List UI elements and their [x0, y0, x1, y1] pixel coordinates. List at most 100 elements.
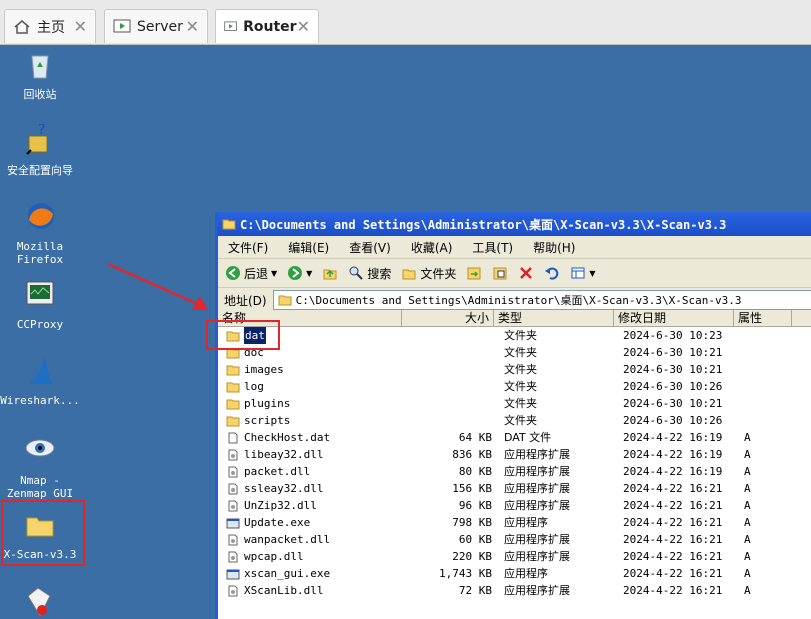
file-type: 文件夹: [504, 397, 537, 410]
file-size: 220 KB: [452, 550, 492, 563]
file-row[interactable]: ssleay32.dll 156 KB 应用程序扩展 2024-4-22 16:21 A: [218, 480, 811, 497]
file-name[interactable]: UnZip32.dll: [244, 497, 317, 514]
close-icon[interactable]: ✕: [297, 17, 310, 36]
file-date: 2024-4-22 16:21: [623, 584, 723, 597]
file-name[interactable]: images: [244, 361, 284, 378]
file-row[interactable]: UnZip32.dll 96 KB 应用程序扩展 2024-4-22 16:21 A: [218, 497, 811, 514]
file-row[interactable]: xscan_gui.exe 1,743 KB 应用程序 2024-4-22 16:21…: [218, 565, 811, 582]
address-value: C:\Documents and Settings\Administrator\…: [295, 294, 742, 307]
file-type: 文件夹: [504, 329, 537, 342]
file-name[interactable]: scripts: [244, 412, 290, 429]
column-type[interactable]: 类型: [494, 310, 614, 326]
file-attr: A: [744, 448, 751, 461]
file-name[interactable]: log: [244, 378, 264, 395]
file-name[interactable]: xscan_gui.exe: [244, 565, 330, 582]
file-name[interactable]: plugins: [244, 395, 290, 412]
delete-button[interactable]: [515, 265, 537, 281]
file-type: 应用程序扩展: [504, 499, 570, 512]
file-row[interactable]: plugins 文件夹 2024-6-30 10:21: [218, 395, 811, 412]
undo-icon: [545, 267, 559, 280]
window-titlebar[interactable]: C:\Documents and Settings\Administrator\…: [218, 212, 811, 236]
desktop-icon-ccproxy[interactable]: CCProxy: [0, 278, 80, 331]
dll-icon: [226, 497, 243, 514]
desktop-icon-recycle-bin[interactable]: 回收站: [0, 48, 80, 101]
file-name[interactable]: wpcap.dll: [244, 548, 304, 565]
file-icon: [226, 429, 243, 446]
desktop-icon-wireshark[interactable]: Wireshark...: [0, 354, 80, 407]
file-attr: A: [744, 567, 751, 580]
menu-view[interactable]: 查看(V): [339, 239, 401, 256]
file-type: 应用程序扩展: [504, 533, 570, 546]
folders-button[interactable]: 文件夹: [398, 265, 459, 282]
file-type: 文件夹: [504, 380, 537, 393]
dropdown-icon[interactable]: ▼: [271, 269, 277, 278]
file-row[interactable]: log 文件夹 2024-6-30 10:26: [218, 378, 811, 395]
menu-file[interactable]: 文件(F): [218, 239, 278, 256]
file-row[interactable]: wanpacket.dll 60 KB 应用程序扩展 2024-4-22 16:21 A: [218, 531, 811, 548]
file-row[interactable]: scripts 文件夹 2024-6-30 10:26: [218, 412, 811, 429]
desktop-icon-label: Mozilla Firefox: [16, 240, 64, 266]
file-name[interactable]: ssleay32.dll: [244, 480, 323, 497]
menu-bar: 文件(F) 编辑(E) 查看(V) 收藏(A) 工具(T) 帮助(H): [218, 236, 811, 259]
file-name[interactable]: libeay32.dll: [244, 446, 323, 463]
column-size[interactable]: 大小: [402, 310, 494, 326]
dropdown-icon[interactable]: ▼: [306, 269, 312, 278]
file-date: 2024-6-30 10:21: [623, 363, 723, 376]
up-button[interactable]: [319, 265, 341, 281]
undo-button[interactable]: [541, 265, 563, 281]
folders-icon: [402, 269, 416, 280]
address-input[interactable]: C:\Documents and Settings\Administrator\…: [272, 290, 811, 310]
folder-icon: [226, 378, 243, 395]
menu-tools[interactable]: 工具(T): [462, 239, 523, 256]
close-icon[interactable]: ✕: [186, 17, 199, 36]
file-row[interactable]: libeay32.dll 836 KB 应用程序扩展 2024-4-22 16:19 A: [218, 446, 811, 463]
file-name[interactable]: CheckHost.dat: [244, 429, 330, 446]
file-name[interactable]: Update.exe: [244, 514, 310, 531]
search-icon: [349, 266, 364, 280]
file-row[interactable]: XScanLib.dll 72 KB 应用程序扩展 2024-4-22 16:21 A: [218, 582, 811, 599]
file-name[interactable]: wanpacket.dll: [244, 531, 330, 548]
file-row[interactable]: images 文件夹 2024-6-30 10:21: [218, 361, 811, 378]
back-button[interactable]: 后退 ▼: [222, 265, 280, 282]
copy-to-button[interactable]: [489, 265, 511, 281]
menu-favorites[interactable]: 收藏(A): [401, 239, 463, 256]
desktop-icon-firefox[interactable]: Mozilla Firefox: [0, 200, 80, 266]
back-arrow-icon: [226, 266, 240, 280]
search-button[interactable]: 搜索: [345, 265, 394, 282]
tab-router[interactable]: Router ✕: [215, 9, 319, 43]
desktop-icon-label: Nmap - Zenmap GUI: [6, 474, 74, 500]
column-attr[interactable]: 属性: [734, 310, 792, 326]
file-row[interactable]: wpcap.dll 220 KB 应用程序扩展 2024-4-22 16:21 A: [218, 548, 811, 565]
desktop-icon-security-wizard[interactable]: ? 安全配置向导: [0, 122, 80, 177]
file-row[interactable]: packet.dll 80 KB 应用程序扩展 2024-4-22 16:19 A: [218, 463, 811, 480]
tab-home[interactable]: 主页 ✕: [4, 9, 96, 43]
dll-icon: [226, 582, 243, 599]
dropdown-icon[interactable]: ▼: [589, 269, 595, 278]
file-row[interactable]: Update.exe 798 KB 应用程序 2024-4-22 16:21 A: [218, 514, 811, 531]
file-date: 2024-4-22 16:19: [623, 448, 723, 461]
move-to-button[interactable]: [463, 265, 485, 281]
back-label: 后退: [244, 266, 269, 281]
file-row[interactable]: CheckHost.dat 64 KB DAT 文件 2024-4-22 16:19 A: [218, 429, 811, 446]
forward-button[interactable]: ▼: [284, 265, 315, 281]
tab-server[interactable]: Server ✕: [104, 9, 208, 43]
desktop-icon-nmap[interactable]: Nmap - Zenmap GUI: [0, 434, 80, 500]
folder-icon: [278, 295, 292, 306]
file-name[interactable]: XScanLib.dll: [244, 582, 323, 599]
file-size: 60 KB: [458, 533, 492, 546]
file-attr: A: [744, 516, 751, 529]
file-type: 应用程序扩展: [504, 448, 570, 461]
menu-edit[interactable]: 编辑(E): [278, 239, 339, 256]
close-icon[interactable]: ✕: [74, 17, 87, 36]
views-icon: [571, 267, 585, 279]
menu-help[interactable]: 帮助(H): [523, 239, 585, 256]
column-date[interactable]: 修改日期: [614, 310, 734, 326]
file-row[interactable]: doc 文件夹 2024-6-30 10:21: [218, 344, 811, 361]
dll-icon: [226, 548, 243, 565]
views-button[interactable]: ▼: [567, 265, 598, 281]
highlight-box: [1, 500, 85, 566]
file-row[interactable]: dat 文件夹 2024-6-30 10:23: [218, 327, 811, 344]
dll-icon: [226, 480, 243, 497]
file-name[interactable]: packet.dll: [244, 463, 310, 480]
app-icon[interactable]: [22, 586, 56, 619]
